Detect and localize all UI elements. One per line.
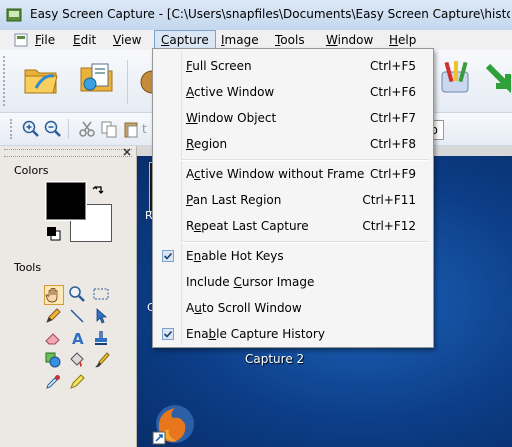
window-title: Easy Screen Capture - [C:\Users\snapfile… <box>30 7 510 21</box>
color-picker-tool[interactable] <box>44 373 64 393</box>
pencil-icon <box>46 308 61 323</box>
brush-tool[interactable] <box>92 351 112 371</box>
menu-item-enable-capture-history[interactable]: Enable Capture History <box>154 321 432 347</box>
menu-help[interactable]: Help <box>383 30 422 50</box>
menu-item-region[interactable]: Region Ctrl+F8 <box>154 131 432 157</box>
menu-item-active-window[interactable]: Active Window Ctrl+F6 <box>154 79 432 105</box>
swap-colors-icon[interactable] <box>92 184 106 198</box>
menu-item-pan-last-region[interactable]: Pan Last Region Ctrl+F11 <box>154 187 432 213</box>
copy-icon[interactable] <box>100 120 118 138</box>
toolbar-overflow-icon[interactable]: t <box>142 122 150 136</box>
menu-capture[interactable]: Capture <box>154 30 216 50</box>
menu-item-full-screen[interactable]: Full Screen Ctrl+F5 <box>154 53 432 79</box>
arrow-pointer-icon <box>96 308 108 324</box>
app-icon <box>6 8 22 22</box>
line-tool[interactable] <box>68 307 88 327</box>
line-icon <box>70 309 84 323</box>
menu-item-auto-scroll-window[interactable]: Auto Scroll Window <box>154 295 432 321</box>
shortcut: Ctrl+F9 <box>370 167 416 181</box>
menu-item-enable-hot-keys[interactable]: Enable Hot Keys <box>154 243 432 269</box>
menu-edit[interactable]: Edit <box>67 30 102 50</box>
open-recent-icon[interactable] <box>78 58 116 96</box>
zoom-out-icon[interactable] <box>44 120 62 138</box>
menu-view[interactable]: View <box>107 30 147 50</box>
checkmark-icon <box>162 250 174 262</box>
eraser-icon <box>45 333 60 345</box>
reset-colors-icon[interactable] <box>46 226 62 242</box>
firefox-icon <box>152 405 194 445</box>
stamp-tool[interactable] <box>92 329 112 349</box>
cut-icon[interactable] <box>78 120 96 138</box>
shortcut: Ctrl+F12 <box>362 219 416 233</box>
magnifier-icon <box>69 286 85 302</box>
marquee-icon <box>93 288 109 300</box>
capture-icon[interactable] <box>134 68 154 96</box>
toolbar-grip[interactable] <box>10 119 16 139</box>
toolbar-grip[interactable] <box>3 56 9 106</box>
menu-file[interactable]: File <box>29 30 61 50</box>
panel-close-icon[interactable] <box>122 147 132 157</box>
capture-dropdown-menu: Full Screen Ctrl+F5 Active Window Ctrl+F… <box>152 48 434 348</box>
export-arrow-icon[interactable] <box>484 62 512 96</box>
menu-item-window-object[interactable]: Window Object Ctrl+F7 <box>154 105 432 131</box>
paint-bucket-icon <box>70 352 84 367</box>
paste-icon[interactable] <box>122 120 140 138</box>
shortcut: Ctrl+F5 <box>370 59 416 73</box>
panel-grip[interactable] <box>4 149 132 157</box>
eraser-tool[interactable] <box>44 329 64 349</box>
hand-icon <box>45 288 58 303</box>
pencil-tool[interactable] <box>44 307 64 327</box>
rectangle-select-tool[interactable] <box>92 285 112 305</box>
desktop-icon-label: Capture 2 <box>245 352 305 366</box>
text-a-icon: A <box>72 330 84 348</box>
title-bar: Easy Screen Capture - [C:\Users\snapfile… <box>0 0 512 31</box>
document-menu-icon[interactable] <box>14 33 28 47</box>
text-tool[interactable]: A <box>68 329 88 349</box>
colors-heading: Colors <box>14 164 49 177</box>
toolbar-separator <box>127 60 128 104</box>
pointer-tool[interactable] <box>92 307 112 327</box>
zoom-tool[interactable] <box>68 285 88 305</box>
menu-item-include-cursor-image[interactable]: Include Cursor Image <box>154 269 432 295</box>
checkmark-icon <box>162 328 174 340</box>
shapes-tool[interactable] <box>44 351 64 371</box>
eyedropper-icon <box>46 375 60 389</box>
svg-text:A: A <box>72 330 84 347</box>
shortcut: Ctrl+F6 <box>370 85 416 99</box>
menu-item-repeat-last-capture[interactable]: Repeat Last Capture Ctrl+F12 <box>154 213 432 239</box>
shapes-icon <box>45 352 61 368</box>
shortcut: Ctrl+F8 <box>370 137 416 151</box>
open-folder-icon[interactable] <box>22 60 60 98</box>
brush-icon <box>95 352 110 368</box>
menu-window[interactable]: Window <box>320 30 379 50</box>
stamp-icon <box>95 331 107 345</box>
menu-image[interactable]: Image <box>215 30 265 50</box>
fill-tool[interactable] <box>68 351 88 371</box>
zoom-in-icon[interactable] <box>22 120 40 138</box>
tools-panel: Colors Tools A <box>0 146 137 447</box>
toolbar-separator <box>68 119 69 139</box>
highlighter-icon <box>70 374 85 389</box>
highlighter-tool[interactable] <box>68 373 88 393</box>
paint-tools-icon[interactable] <box>436 58 474 96</box>
primary-color-swatch[interactable] <box>45 181 87 221</box>
hand-tool[interactable] <box>44 285 64 305</box>
menu-tools[interactable]: Tools <box>269 30 311 50</box>
shortcut: Ctrl+F11 <box>362 193 416 207</box>
shortcut: Ctrl+F7 <box>370 111 416 125</box>
menu-item-active-window-without-frame[interactable]: Active Window without Frame Ctrl+F9 <box>154 161 432 187</box>
tools-heading: Tools <box>14 261 42 274</box>
